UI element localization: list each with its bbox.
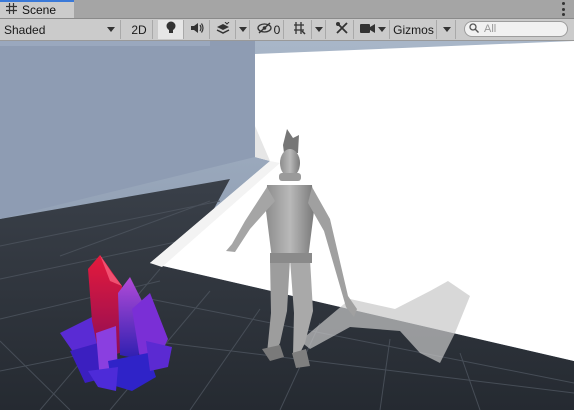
shading-mode-dropdown[interactable]: Shaded	[0, 20, 121, 39]
window-tab-bar: Scene	[0, 0, 574, 19]
chevron-down-icon	[442, 27, 451, 32]
grid-toggle-button[interactable]	[286, 20, 312, 39]
eye-slash-icon	[257, 22, 272, 37]
tab-label: Scene	[22, 3, 57, 17]
audio-toggle-button[interactable]	[184, 20, 210, 39]
chevron-down-icon	[377, 27, 386, 32]
chevron-down-icon	[107, 27, 115, 32]
tools-icon	[335, 21, 349, 38]
camera-settings-dropdown[interactable]	[356, 20, 390, 39]
search-field[interactable]: All	[464, 21, 568, 37]
effects-dropdown[interactable]	[236, 20, 250, 39]
tools-button[interactable]	[330, 20, 354, 39]
toggle-2d-label: 2D	[131, 22, 147, 37]
grid-icon	[6, 3, 17, 17]
gizmos-dropdown[interactable]	[438, 20, 456, 39]
search-icon	[469, 22, 479, 36]
camera-icon	[359, 23, 375, 37]
hidden-count: 0	[273, 22, 281, 37]
speaker-icon	[190, 22, 204, 37]
more-options-icon[interactable]	[562, 2, 566, 16]
search-placeholder: All	[484, 23, 497, 35]
scene-viewport[interactable]	[0, 41, 574, 410]
gizmos-label: Gizmos	[393, 22, 434, 37]
chevron-down-icon	[314, 27, 323, 32]
chevron-down-icon	[238, 27, 247, 32]
scene-toolbar: Shaded 2D 0 Gizmos All	[0, 19, 574, 41]
gizmos-button[interactable]: Gizmos	[391, 20, 437, 39]
toggle-2d-button[interactable]: 2D	[126, 20, 153, 39]
shading-mode-label: Shaded	[4, 22, 46, 37]
effects-toggle-button[interactable]	[210, 20, 236, 39]
grid-snap-icon	[292, 21, 306, 38]
hidden-objects-toggle[interactable]: 0	[254, 20, 284, 39]
lightbulb-icon	[165, 21, 177, 38]
layers-icon	[216, 21, 230, 38]
tab-scene[interactable]: Scene	[0, 0, 74, 18]
lighting-toggle-button[interactable]	[158, 20, 184, 39]
grid-dropdown[interactable]	[312, 20, 326, 39]
